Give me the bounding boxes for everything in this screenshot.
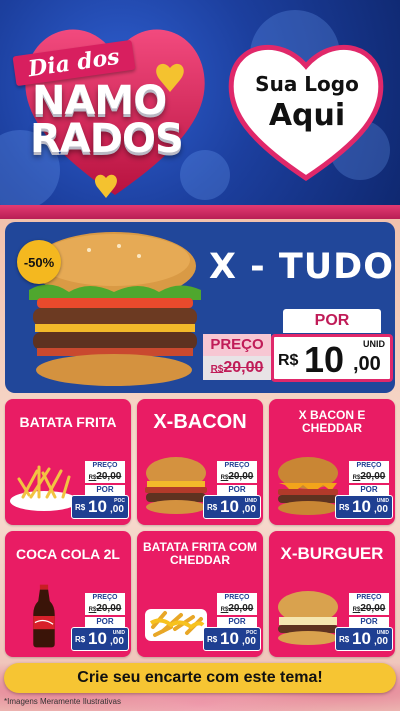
- product-name: COCA COLA 2L: [16, 545, 120, 562]
- discount-badge: -50%: [17, 240, 61, 284]
- product-name: X-BACON: [153, 410, 247, 433]
- disclaimer-text: *Imagens Meramente Ilustrativas: [4, 697, 121, 706]
- divider-band: [0, 205, 400, 219]
- featured-preco-label: PREÇO: [203, 334, 271, 356]
- por-label: POR: [85, 485, 125, 495]
- por-label: POR: [85, 617, 125, 627]
- price-tag: R$ 10,00 UNID: [71, 627, 129, 651]
- title-line-2: RADOS: [30, 116, 184, 162]
- por-label: POR: [349, 617, 389, 627]
- fries-icon: [10, 465, 78, 511]
- create-flyer-button[interactable]: Crie seu encarte com este tema!: [4, 663, 396, 693]
- logo-placeholder[interactable]: Sua Logo Aqui: [232, 72, 382, 133]
- preco-label: PREÇO: [217, 593, 257, 603]
- product-name: X BACON E CHEDDAR: [298, 408, 366, 435]
- preco-label: PREÇO: [349, 461, 389, 471]
- cheddar-fries-icon: [145, 609, 207, 641]
- burger-icon: [278, 591, 338, 645]
- price-tag: R$ 10,00 UNID: [335, 627, 393, 651]
- por-label: POR: [217, 485, 257, 495]
- product-card[interactable]: COCA COLA 2L PREÇO R$20,00 POR R$ 10,00 UN…: [5, 531, 131, 657]
- price-tag: R$ 10,00 POC: [203, 627, 261, 651]
- product-card[interactable]: BATATA FRITA COM CHEDDAR PREÇO R$20,00 P…: [137, 531, 263, 657]
- price-tag: R$ 10,00 UNID: [335, 495, 393, 519]
- old-price: R$20,00: [349, 603, 389, 615]
- cheddar-burger-icon: [278, 457, 338, 515]
- soda-bottle-icon: [33, 584, 55, 648]
- featured-price-tag: R$ 10 ,00 UNID: [271, 334, 393, 382]
- old-price: R$20,00: [217, 471, 257, 483]
- logo-line-2: Aqui: [268, 98, 346, 133]
- featured-old-price: R$20,00: [203, 356, 271, 380]
- por-label: POR: [217, 617, 257, 627]
- featured-por-label: POR: [283, 309, 381, 333]
- old-price: R$20,00: [349, 471, 389, 483]
- featured-product-name: X - TUDO: [209, 247, 394, 287]
- bacon-burger-icon: [145, 457, 207, 514]
- product-name: BATATA FRITA: [19, 413, 117, 430]
- product-card[interactable]: X-BACON PREÇO R$20,00 POR R$ 10,00 UNID: [137, 399, 263, 525]
- product-card[interactable]: X-BURGUER PREÇO R$20,00 POR R$ 10,00 UNID: [269, 531, 395, 657]
- product-card[interactable]: X BACON E CHEDDAR PREÇO R$20,00 POR R$ 10…: [269, 399, 395, 525]
- logo-line-1: Sua Logo: [255, 72, 359, 96]
- product-card[interactable]: BATATA FRITA PREÇO R$20,00 POR R$ 10,00 PO…: [5, 399, 131, 525]
- old-price: R$20,00: [217, 603, 257, 615]
- preco-label: PREÇO: [349, 593, 389, 603]
- preco-label: PREÇO: [85, 593, 125, 603]
- product-name: X-BURGUER: [280, 544, 384, 564]
- price-tag: R$ 10,00 POC: [71, 495, 129, 519]
- old-price: R$20,00: [85, 603, 125, 615]
- product-name: BATATA FRITA COM CHEDDAR: [143, 540, 257, 567]
- por-label: POR: [349, 485, 389, 495]
- old-price: R$20,00: [85, 471, 125, 483]
- featured-product-card[interactable]: -50% X - TUDO PREÇO R$20,00 POR R$ 10 ,0…: [5, 222, 395, 393]
- preco-label: PREÇO: [85, 461, 125, 471]
- price-tag: R$ 10,00 UNID: [203, 495, 261, 519]
- preco-label: PREÇO: [217, 461, 257, 471]
